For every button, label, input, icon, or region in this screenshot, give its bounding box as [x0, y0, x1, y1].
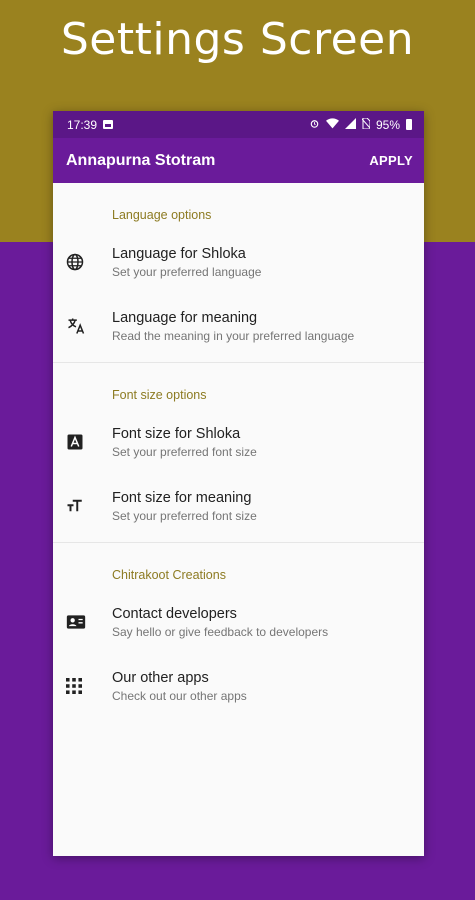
setting-contact-developers[interactable]: Contact developers Say hello or give fee… — [53, 590, 424, 654]
font-box-icon — [53, 433, 112, 451]
apply-button[interactable]: APPLY — [369, 153, 413, 168]
status-left: 17:39 — [67, 117, 114, 132]
battery-icon — [406, 119, 412, 130]
setting-title: Font size for Shloka — [112, 425, 241, 442]
setting-language-meaning[interactable]: Language for meaning Read the meaning in… — [53, 294, 424, 358]
contact-card-icon — [53, 613, 112, 631]
setting-title: Contact developers — [112, 605, 237, 622]
status-bar: 17:39 95% — [53, 111, 424, 138]
app-bar: Annapurna Stotram APPLY — [53, 138, 424, 183]
setting-subtitle: Check out our other apps — [112, 688, 247, 703]
setting-title: Font size for meaning — [112, 489, 252, 506]
image-icon — [103, 120, 114, 129]
section-header-language: Language options — [112, 208, 212, 222]
setting-title: Language for Shloka — [112, 245, 246, 262]
battery-percent: 95% — [375, 117, 400, 132]
status-right: 95% — [309, 117, 412, 132]
apps-grid-icon — [53, 678, 112, 694]
page-headline: Settings Screen — [60, 14, 415, 65]
setting-subtitle: Set your preferred font size — [112, 444, 257, 459]
setting-font-size-meaning[interactable]: Font size for meaning Set your preferred… — [53, 474, 424, 538]
section-header-chitrakoot: Chitrakoot Creations — [112, 568, 226, 582]
globe-icon — [53, 253, 112, 271]
setting-subtitle: Set your preferred font size — [112, 508, 257, 523]
translate-icon — [53, 316, 112, 336]
app-title: Annapurna Stotram — [66, 151, 216, 169]
setting-subtitle: Read the meaning in your preferred langu… — [112, 328, 355, 343]
alarm-icon — [309, 118, 320, 132]
section-header-font-size: Font size options — [112, 388, 207, 402]
setting-subtitle: Say hello or give feedback to developers — [112, 624, 329, 639]
setting-subtitle: Set your preferred language — [112, 264, 262, 279]
phone-screen: 17:39 95% Annapurna Stotram APPLY Langua… — [53, 111, 424, 856]
setting-title: Our other apps — [112, 669, 209, 686]
no-sim-icon — [361, 117, 371, 132]
wifi-icon — [325, 117, 339, 132]
setting-language-shloka[interactable]: Language for Shloka Set your preferred l… — [53, 230, 424, 294]
setting-other-apps[interactable]: Our other apps Check out our other apps — [53, 654, 424, 718]
setting-title: Language for meaning — [112, 309, 258, 326]
status-time: 17:39 — [67, 117, 98, 132]
setting-font-size-shloka[interactable]: Font size for Shloka Set your preferred … — [53, 410, 424, 474]
signal-icon — [344, 117, 356, 132]
text-size-icon — [53, 497, 112, 515]
